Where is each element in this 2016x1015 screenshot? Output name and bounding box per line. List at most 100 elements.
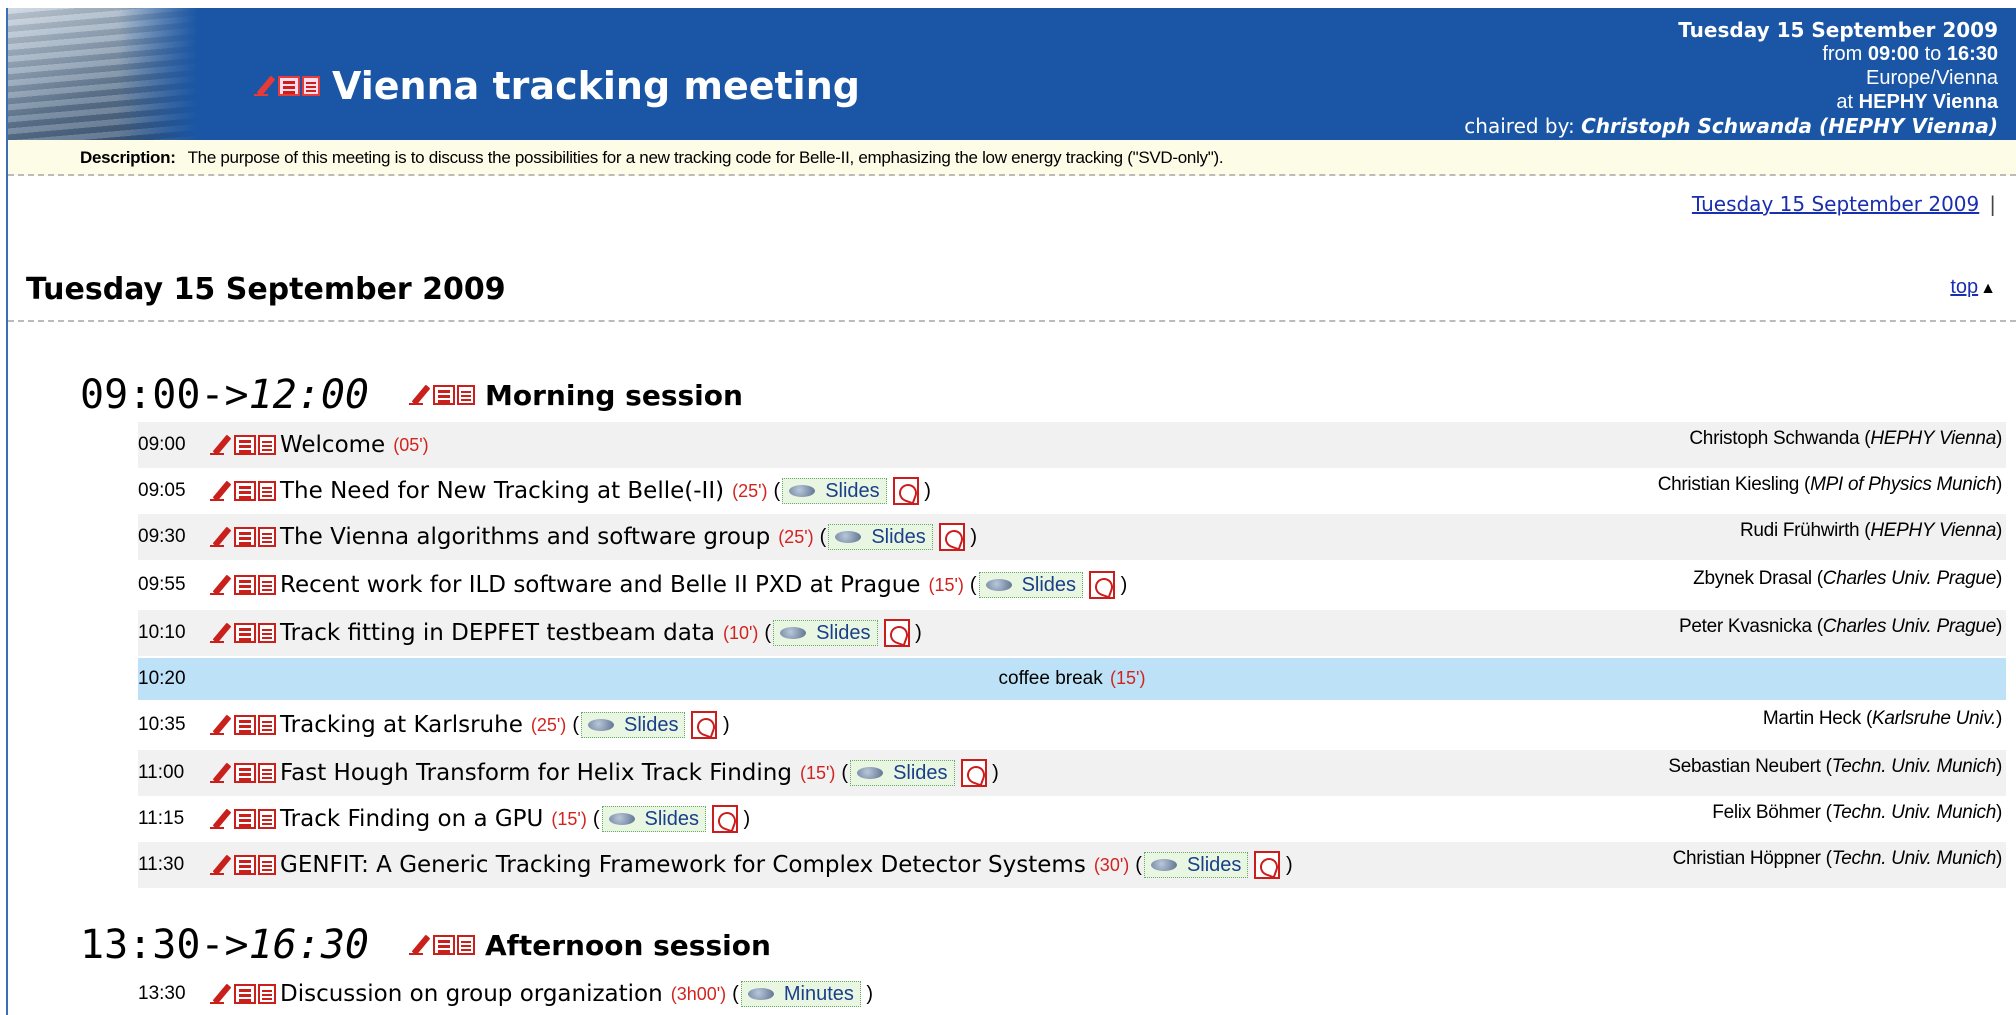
document-icon[interactable] xyxy=(258,855,276,875)
edit-icon[interactable] xyxy=(254,75,276,97)
document-icon[interactable] xyxy=(258,809,276,829)
event-title-text: Vienna tracking meeting xyxy=(332,64,860,108)
day-link[interactable]: Tuesday 15 September 2009 xyxy=(1692,192,1979,216)
calendar-icon[interactable] xyxy=(234,855,256,875)
document-icon[interactable] xyxy=(457,935,476,955)
event-date: Tuesday 15 September 2009 xyxy=(1678,18,1998,42)
description-label: Description: xyxy=(80,148,176,167)
slides-link[interactable]: Slides xyxy=(828,524,933,550)
contribution-time: 11:00 xyxy=(138,762,185,783)
contribution-title: The Need for New Tracking at Belle(-II) … xyxy=(210,477,931,505)
contribution-speaker: Christian Kiesling (MPI of Physics Munic… xyxy=(1657,474,2003,495)
slides-link[interactable]: Slides xyxy=(782,478,887,504)
contribution-time: 09:30 xyxy=(138,526,186,547)
edit-icon[interactable] xyxy=(210,622,232,644)
calendar-icon[interactable] xyxy=(234,435,256,455)
session-start: 09:00- xyxy=(80,372,225,418)
contribution-row: 09:00 Welcome (05') Christoph Schwanda (… xyxy=(138,422,2006,468)
contribution-row: 11:30 GENFIT: A Generic Tracking Framewo… xyxy=(138,842,2006,888)
event-end-time: 16:30 xyxy=(1946,43,1998,65)
contribution-duration: (3h00') xyxy=(670,983,727,1004)
edit-icon[interactable] xyxy=(210,526,232,548)
edit-icon[interactable] xyxy=(409,934,431,956)
edit-icon[interactable] xyxy=(210,574,232,596)
document-icon[interactable] xyxy=(258,623,276,643)
edit-icon[interactable] xyxy=(210,480,232,502)
contribution-time: 10:35 xyxy=(138,714,186,735)
pdf-icon[interactable] xyxy=(960,759,987,787)
edit-icon[interactable] xyxy=(409,384,431,406)
break-duration: (15') xyxy=(1110,668,1146,688)
pdf-icon[interactable] xyxy=(883,619,910,647)
calendar-icon[interactable] xyxy=(433,935,456,955)
header-photo xyxy=(8,8,198,140)
pdf-icon[interactable] xyxy=(1254,851,1281,879)
edit-icon[interactable] xyxy=(210,762,232,784)
edit-icon[interactable] xyxy=(210,714,232,736)
pdf-icon[interactable] xyxy=(892,477,919,505)
slides-link[interactable]: Slides xyxy=(1143,852,1249,878)
pdf-icon[interactable] xyxy=(712,805,738,833)
chair-name: Christoph Schwanda (HEPHY Vienna) xyxy=(1581,114,1998,138)
event-chair: chaired by: Christoph Schwanda (HEPHY Vi… xyxy=(1464,114,1998,138)
contribution-title: The Vienna algorithms and software group… xyxy=(210,523,977,551)
edit-icon[interactable] xyxy=(210,434,232,456)
calendar-icon[interactable] xyxy=(234,984,256,1004)
session-end: 12:00 xyxy=(248,372,370,418)
event-header: Vienna tracking meeting Tuesday 15 Septe… xyxy=(8,8,2016,140)
edit-icon[interactable] xyxy=(210,808,232,830)
document-icon[interactable] xyxy=(457,385,476,405)
minutes-link[interactable]: Minutes xyxy=(740,981,861,1007)
document-icon[interactable] xyxy=(258,435,276,455)
calendar-icon[interactable] xyxy=(234,575,256,595)
contribution-row: 11:00 Fast Hough Transform for Helix Tra… xyxy=(138,750,2006,796)
slides-link[interactable]: Slides xyxy=(978,572,1084,598)
calendar-icon[interactable] xyxy=(234,527,256,547)
material-icon xyxy=(747,988,774,1000)
session-title: Morning session xyxy=(485,378,743,412)
up-arrow-icon: ▲ xyxy=(1980,280,1996,297)
contribution-time: 09:00 xyxy=(138,434,186,455)
material-icon xyxy=(789,485,816,497)
document-icon[interactable] xyxy=(302,76,320,96)
calendar-icon[interactable] xyxy=(433,385,456,405)
calendar-icon[interactable] xyxy=(234,763,256,783)
contribution-speaker: Christoph Schwanda (HEPHY Vienna) xyxy=(1689,428,2002,449)
calendar-icon[interactable] xyxy=(278,76,300,96)
slides-link[interactable]: Slides xyxy=(580,712,686,738)
contribution-title: Tracking at Karlsruhe (25') (Slides ) xyxy=(210,711,730,739)
material-icon xyxy=(985,579,1012,591)
slides-link[interactable]: Slides xyxy=(601,806,706,832)
contribution-row: 09:05 The Need for New Tracking at Belle… xyxy=(138,468,2006,514)
session-afternoon: 13:30- >16:30 Afternoon session xyxy=(80,922,771,968)
slides-link[interactable]: Slides xyxy=(850,760,955,786)
document-icon[interactable] xyxy=(258,984,276,1004)
event-info: Tuesday 15 September 2009 from 09:00 to … xyxy=(1464,18,1998,138)
slides-link[interactable]: Slides xyxy=(773,620,878,646)
top-link[interactable]: top ▲ xyxy=(1950,276,1996,299)
contribution-title: Fast Hough Transform for Helix Track Fin… xyxy=(210,759,999,787)
calendar-icon[interactable] xyxy=(234,715,256,735)
calendar-icon[interactable] xyxy=(234,623,256,643)
pdf-icon[interactable] xyxy=(691,711,718,739)
edit-icon[interactable] xyxy=(210,983,232,1005)
material-icon xyxy=(1150,859,1177,871)
edit-icon[interactable] xyxy=(210,854,232,876)
break-row: 10:20 coffee break (15') xyxy=(138,658,2006,700)
document-icon[interactable] xyxy=(258,763,276,783)
document-icon[interactable] xyxy=(258,715,276,735)
document-icon[interactable] xyxy=(258,481,276,501)
contribution-title: GENFIT: A Generic Tracking Framework for… xyxy=(210,851,1293,879)
day-nav: Tuesday 15 September 2009 | xyxy=(1691,192,1996,216)
document-icon[interactable] xyxy=(258,527,276,547)
calendar-icon[interactable] xyxy=(234,481,256,501)
event-description: Description: The purpose of this meeting … xyxy=(8,140,2016,176)
document-icon[interactable] xyxy=(258,575,276,595)
session-tools xyxy=(409,384,476,406)
pdf-icon[interactable] xyxy=(1089,571,1116,599)
pdf-icon[interactable] xyxy=(938,523,965,551)
contribution-row: 13:30 Discussion on group organization (… xyxy=(138,974,2006,1014)
contribution-duration: (25') xyxy=(778,526,814,547)
contribution-row: 10:35 Tracking at Karlsruhe (25') (Slide… xyxy=(138,702,2006,748)
calendar-icon[interactable] xyxy=(234,809,256,829)
